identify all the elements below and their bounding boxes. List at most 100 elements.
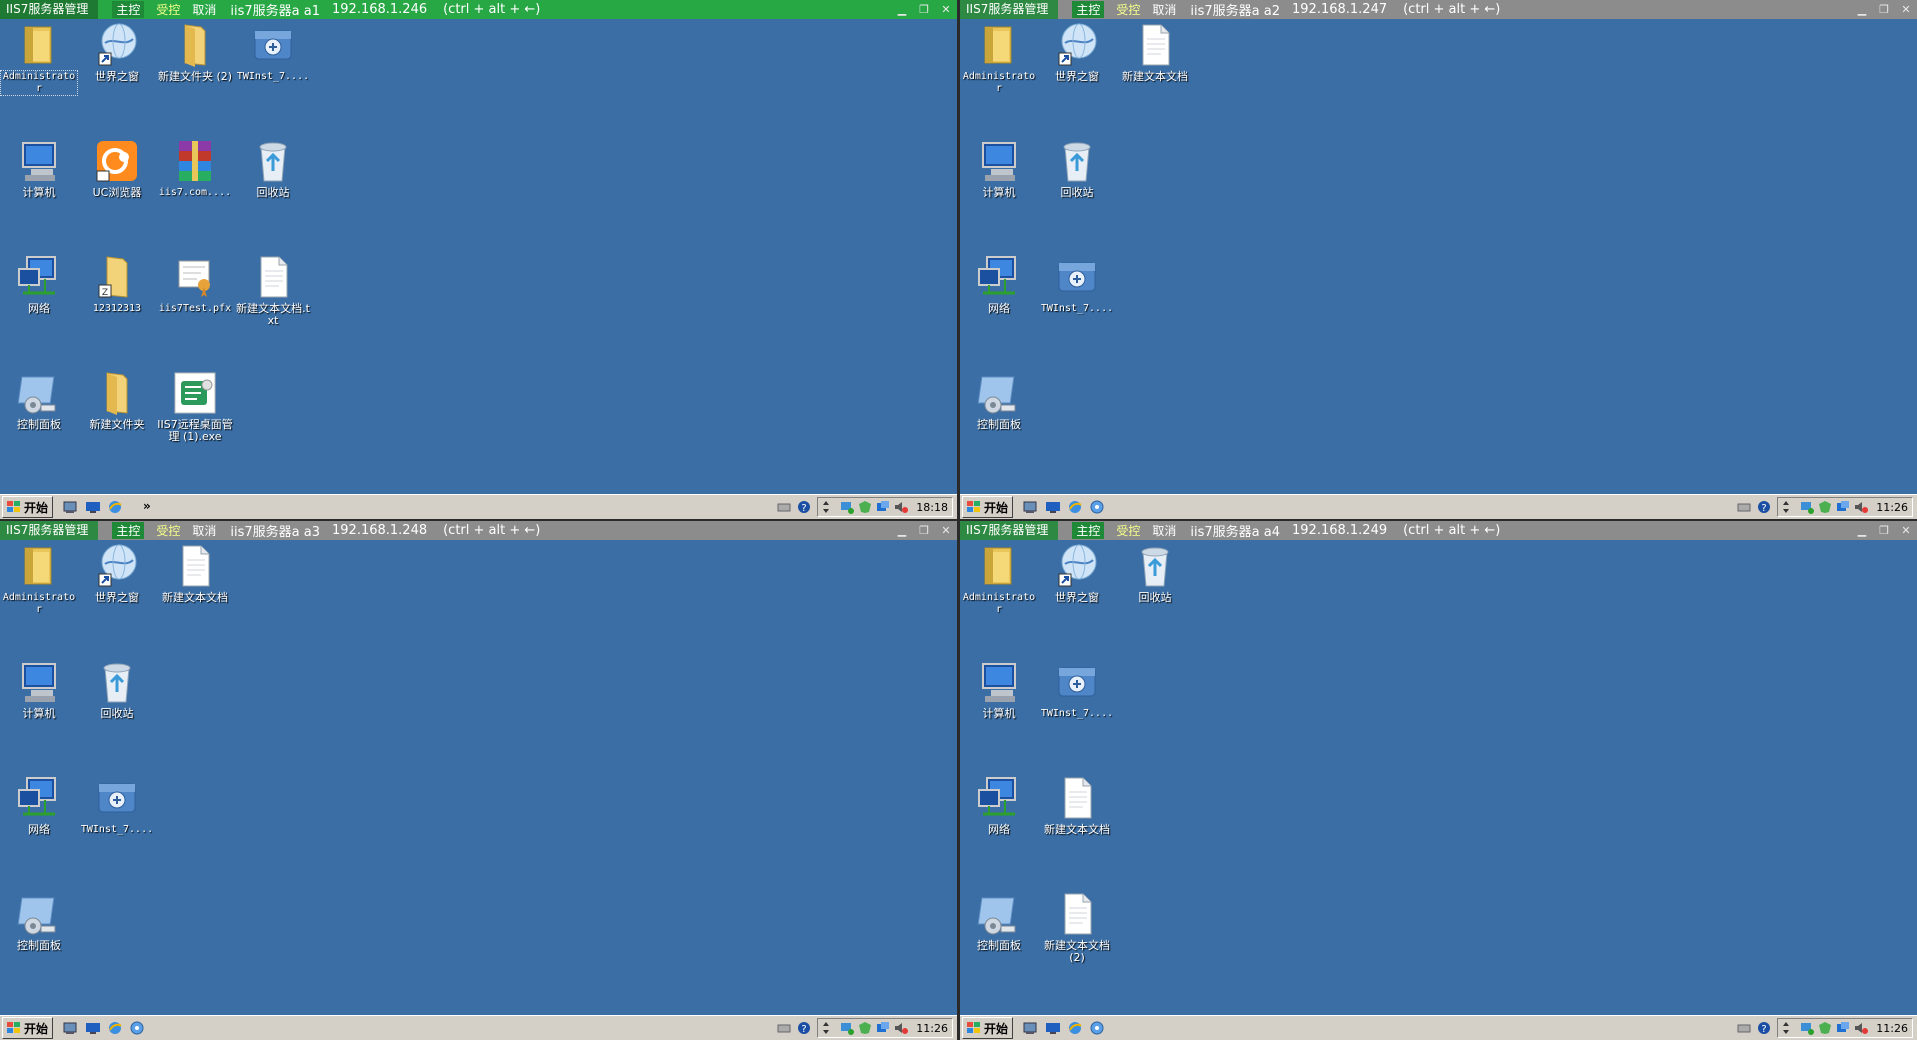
desktop-icon[interactable]: 回收站	[234, 137, 312, 199]
cancel-button[interactable]: 取消	[192, 522, 216, 539]
controlled-button[interactable]: 受控	[1116, 522, 1140, 539]
security-icon[interactable]	[858, 1021, 872, 1035]
desktop-icon[interactable]: 新建文本文档 (2)	[1038, 890, 1116, 964]
desktop-area[interactable]: Administrato r 世界之窗 新建文本文档 计算机 回收站 网络 TWInst_7…	[960, 19, 1917, 494]
cancel-button[interactable]: 取消	[1152, 1, 1176, 18]
start-button[interactable]: 开始	[2, 1017, 54, 1039]
desktop-icon[interactable]: iis7Test.pfx	[156, 253, 234, 315]
keyboard-icon[interactable]	[777, 1021, 791, 1035]
desktop-icon[interactable]: Administrato r	[0, 21, 78, 96]
volume-muted-icon[interactable]	[894, 500, 909, 514]
connection-icon[interactable]	[1836, 1021, 1850, 1035]
desktop-icon[interactable]: 新建文本文档	[1038, 774, 1116, 836]
close-icon[interactable]: ✕	[939, 3, 953, 17]
host-control-button[interactable]: 主控	[112, 1, 145, 18]
ie-icon[interactable]	[107, 1020, 123, 1036]
ie-icon[interactable]	[1067, 499, 1083, 515]
desktop-icon[interactable]: Administrato r	[960, 542, 1038, 616]
remote-session-pane-3[interactable]: IIS7服务器管理 主控 受控 取消 iis7服务器a a3 192.168.1…	[0, 521, 957, 1040]
remote-session-pane-2[interactable]: IIS7服务器管理 主控 受控 取消 iis7服务器a a2 192.168.1…	[960, 0, 1917, 519]
restore-icon[interactable]: ❐	[1877, 524, 1891, 538]
network-status-icon[interactable]	[1800, 500, 1815, 514]
desktop-icon[interactable]: 世界之窗	[1038, 21, 1116, 83]
help-icon[interactable]: ?	[797, 1021, 811, 1035]
desktop-icon[interactable]: Z 12312313	[78, 253, 156, 315]
tray-arrows-icon[interactable]	[822, 500, 836, 514]
desktop-shortcut-icon[interactable]	[1045, 499, 1061, 515]
desktop-icon[interactable]: TWInst_7....	[1038, 253, 1116, 315]
desktop-icon[interactable]: 网络	[960, 253, 1038, 315]
desktop-icon[interactable]: iis7.com....	[156, 137, 234, 199]
desktop-icon[interactable]: Administrato r	[960, 21, 1038, 95]
host-control-button[interactable]: 主控	[1072, 1, 1105, 18]
tray-arrows-icon[interactable]	[822, 1021, 836, 1035]
cancel-button[interactable]: 取消	[1152, 522, 1176, 539]
desktop-icon[interactable]: 回收站	[1116, 542, 1194, 604]
volume-muted-icon[interactable]	[894, 1021, 909, 1035]
help-icon[interactable]: ?	[1757, 1021, 1771, 1035]
keyboard-icon[interactable]	[777, 500, 791, 514]
start-button[interactable]: 开始	[2, 496, 54, 518]
start-button[interactable]: 开始	[962, 496, 1014, 518]
desktop-icon[interactable]: Administrato r	[0, 542, 78, 616]
controlled-button[interactable]: 受控	[1116, 1, 1140, 18]
desktop-icon[interactable]: 新建文件夹	[78, 369, 156, 431]
help-icon[interactable]: ?	[797, 500, 811, 514]
desktop-area[interactable]: Administrato r 世界之窗 新建文件夹 (2) TWInst_7.... 计…	[0, 19, 957, 494]
help-icon[interactable]: ?	[1757, 500, 1771, 514]
network-status-icon[interactable]	[1800, 1021, 1815, 1035]
host-control-button[interactable]: 主控	[112, 522, 145, 539]
connection-icon[interactable]	[876, 1021, 890, 1035]
ie-icon[interactable]	[107, 499, 123, 515]
session-titlebar[interactable]: IIS7服务器管理 主控 受控 取消 iis7服务器a a2 192.168.1…	[960, 0, 1917, 19]
session-titlebar[interactable]: IIS7服务器管理 主控 受控 取消 iis7服务器a a4 192.168.1…	[960, 521, 1917, 540]
desktop-icon[interactable]: 新建文本文档.txt	[234, 253, 312, 327]
desktop-icon[interactable]: 计算机	[960, 137, 1038, 199]
minimize-icon[interactable]: ▁	[895, 524, 909, 538]
volume-muted-icon[interactable]	[1854, 500, 1869, 514]
show-desktop-icon[interactable]	[1023, 1020, 1039, 1036]
security-icon[interactable]	[858, 500, 872, 514]
desktop-area[interactable]: Administrato r 世界之窗 新建文本文档 计算机 回收站 网络 TWInst_7…	[0, 540, 957, 1015]
security-icon[interactable]	[1818, 500, 1832, 514]
network-status-icon[interactable]	[840, 1021, 855, 1035]
show-desktop-icon[interactable]	[63, 499, 79, 515]
desktop-icon[interactable]: 网络	[960, 774, 1038, 836]
tray-arrows-icon[interactable]	[1782, 1021, 1796, 1035]
desktop-icon[interactable]: 计算机	[960, 658, 1038, 720]
desktop-shortcut-icon[interactable]	[85, 1020, 101, 1036]
close-icon[interactable]: ✕	[939, 524, 953, 538]
desktop-icon[interactable]: 回收站	[1038, 137, 1116, 199]
session-titlebar[interactable]: IIS7服务器管理 主控 受控 取消 iis7服务器a a3 192.168.1…	[0, 521, 957, 540]
browser-quicklaunch-icon[interactable]	[1089, 1020, 1105, 1036]
desktop-icon[interactable]: 回收站	[78, 658, 156, 720]
desktop-icon[interactable]: 控制面板	[960, 890, 1038, 952]
desktop-icon[interactable]: 世界之窗	[78, 21, 156, 83]
connection-icon[interactable]	[876, 500, 890, 514]
desktop-icon[interactable]: 世界之窗	[1038, 542, 1116, 604]
desktop-area[interactable]: Administrato r 世界之窗 回收站计算机 TWInst_7.... 网络 新建…	[960, 540, 1917, 1015]
browser-quicklaunch-icon[interactable]	[1089, 499, 1105, 515]
desktop-icon[interactable]: TWInst_7....	[234, 21, 312, 83]
desktop-icon[interactable]: 网络	[0, 253, 78, 315]
desktop-icon[interactable]: 网络	[0, 774, 78, 836]
desktop-shortcut-icon[interactable]	[85, 499, 101, 515]
show-desktop-icon[interactable]	[1023, 499, 1039, 515]
desktop-icon[interactable]: 新建文本文档	[156, 542, 234, 604]
start-button[interactable]: 开始	[962, 1017, 1014, 1039]
desktop-shortcut-icon[interactable]	[1045, 1020, 1061, 1036]
tray-arrows-icon[interactable]	[1782, 500, 1796, 514]
browser-quicklaunch-icon[interactable]	[129, 1020, 145, 1036]
controlled-button[interactable]: 受控	[156, 1, 180, 18]
keyboard-icon[interactable]	[1737, 500, 1751, 514]
close-icon[interactable]: ✕	[1899, 524, 1913, 538]
minimize-icon[interactable]: ▁	[895, 3, 909, 17]
ie-icon[interactable]	[1067, 1020, 1083, 1036]
desktop-icon[interactable]: TWInst_7....	[78, 774, 156, 836]
desktop-icon[interactable]: TWInst_7....	[1038, 658, 1116, 720]
controlled-button[interactable]: 受控	[156, 522, 180, 539]
restore-icon[interactable]: ❐	[917, 524, 931, 538]
desktop-icon[interactable]: 控制面板	[960, 369, 1038, 431]
restore-icon[interactable]: ❐	[917, 3, 931, 17]
desktop-icon[interactable]: UC浏览器	[78, 137, 156, 199]
